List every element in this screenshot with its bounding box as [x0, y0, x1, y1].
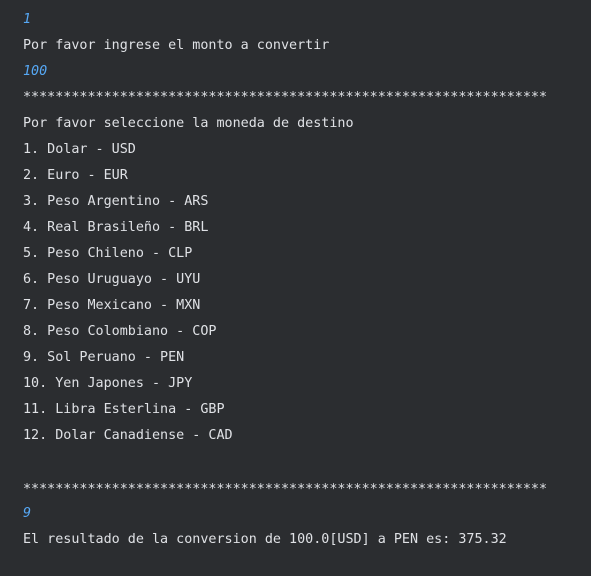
user-input-amount: 100 — [23, 64, 48, 79]
separator-line: ****************************************… — [23, 90, 548, 105]
console-output[interactable]: 1 Por favor ingrese el monto a convertir… — [0, 0, 591, 576]
conversion-result: El resultado de la conversion de 100.0[U… — [23, 532, 507, 547]
user-input-currency: 9 — [23, 506, 32, 521]
currency-option: 5. Peso Chileno - CLP — [23, 246, 193, 261]
currency-option: 12. Dolar Canadiense - CAD — [23, 428, 233, 443]
currency-option: 4. Real Brasileño - BRL — [23, 220, 209, 235]
prompt-currency: Por favor seleccione la moneda de destin… — [23, 116, 354, 131]
currency-option: 1. Dolar - USD — [23, 142, 136, 157]
user-input-option: 1 — [23, 12, 32, 27]
currency-option: 9. Sol Peruano - PEN — [23, 350, 185, 365]
currency-option: 2. Euro - EUR — [23, 168, 128, 183]
currency-option: 6. Peso Uruguayo - UYU — [23, 272, 201, 287]
separator-line: ****************************************… — [23, 482, 548, 497]
currency-option: 10. Yen Japones - JPY — [23, 376, 193, 391]
currency-option: 11. Libra Esterlina - GBP — [23, 402, 225, 417]
currency-option: 7. Peso Mexicano - MXN — [23, 298, 201, 313]
currency-option: 3. Peso Argentino - ARS — [23, 194, 209, 209]
prompt-amount: Por favor ingrese el monto a convertir — [23, 38, 330, 53]
currency-option: 8. Peso Colombiano - COP — [23, 324, 217, 339]
